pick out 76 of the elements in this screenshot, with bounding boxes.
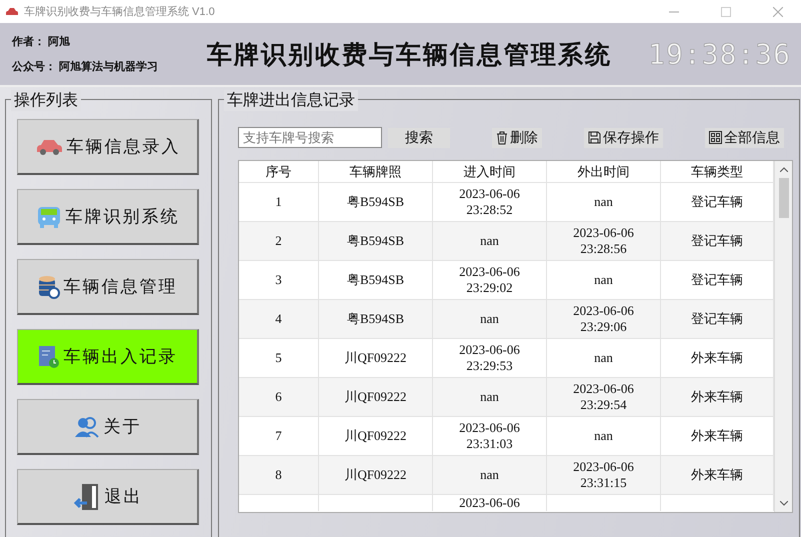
database-icon [38,274,60,298]
table-cell: 登记车辆 [691,272,743,288]
table-cell: 登记车辆 [691,311,743,327]
table-cell: 2023-06-06 [459,495,520,511]
table-cell: 2023-06-06 23:29:06 [573,303,634,335]
scroll-down-icon[interactable] [780,501,788,506]
table-cell: 2023-06-06 23:31:15 [573,459,634,491]
table-cell: 粤B594SB [346,233,404,249]
search-field[interactable]: 支持车牌号搜索 [238,127,382,148]
table-cell: nan [594,194,613,210]
table-cell: nan [480,467,499,483]
scrollbar[interactable] [774,161,792,512]
exit-door-icon [72,482,100,510]
people-icon [74,416,100,438]
table-cell: nan [594,350,613,366]
nav-button[interactable]: 车辆信息管理 [17,259,199,315]
table-cell: 外来车辆 [691,428,743,444]
table-cell: 2023-06-06 23:29:53 [459,342,520,374]
table-cell: 2 [275,233,282,249]
table-cell: 粤B594SB [346,194,404,210]
table-cell: nan [480,233,499,249]
window-title: 车牌识别收费与车辆信息管理系统 V1.0 [24,4,216,19]
account-label: 公众号： 阿旭算法与机器学习 [12,60,159,74]
scroll-up-icon[interactable] [780,167,788,172]
table-cell: 7 [275,428,282,444]
table-cell: nan [594,272,613,288]
toolbar-button[interactable]: 全部信息 [705,128,784,148]
bus-icon [36,204,62,228]
toolbar-button[interactable]: 删除 [492,128,542,148]
table-cell: nan [480,311,499,327]
table-cell: 1 [275,194,282,210]
table-cell: 登记车辆 [691,194,743,210]
table-cell: 粤B594SB [346,311,404,327]
column-header[interactable]: 序号 [239,161,319,182]
table-cell: 2023-06-06 23:28:56 [573,225,634,257]
column-header[interactable]: 进入时间 [433,161,547,182]
document-clock-icon [38,344,60,368]
table-cell: 2023-06-06 23:29:02 [459,264,520,296]
table-cell: 2023-06-06 23:28:52 [459,186,520,218]
column-header[interactable]: 车辆牌照 [319,161,433,182]
nav-button[interactable]: 车牌识别系统 [17,189,199,245]
save-icon [588,131,601,144]
column-header[interactable]: 外出时间 [547,161,661,182]
close-icon[interactable] [773,6,783,16]
table-cell: 4 [275,311,282,327]
nav-button[interactable]: 关于 [17,399,199,455]
toolbar-button[interactable]: 保存操作 [584,128,663,148]
table-cell: 2023-06-06 23:31:03 [459,420,520,452]
toolbar-button[interactable]: 搜索 [388,128,450,148]
app-title: 车牌识别收费与车辆信息管理系统 [207,40,612,70]
grid-icon [709,131,722,144]
panel-title: 车牌进出信息记录 [224,90,358,111]
table-cell: 川QF09222 [344,389,407,405]
table-cell: 外来车辆 [691,350,743,366]
table-cell: 3 [275,272,282,288]
table-cell: 粤B594SB [346,272,404,288]
maximize-icon[interactable] [721,6,731,16]
table-cell: 川QF09222 [344,350,407,366]
scroll-thumb[interactable] [778,178,788,218]
table-cell: 外来车辆 [691,467,743,483]
trash-icon [496,130,508,144]
table-cell: nan [480,389,499,405]
table-cell: 登记车辆 [691,233,743,249]
nav-button[interactable]: 车辆信息录入 [17,119,199,175]
table-cell: nan [594,428,613,444]
nav-button[interactable]: 退出 [17,469,199,525]
table-cell: 6 [275,389,282,405]
table-cell: 川QF09222 [344,467,407,483]
panel-title: 操作列表 [11,90,81,111]
table-cell: 5 [275,350,282,366]
author-label: 作者： 阿旭 [12,34,71,49]
table-cell: 8 [275,467,282,483]
table-cell: 2023-06-06 23:29:54 [573,381,634,413]
table-cell: 川QF09222 [344,428,407,444]
nav-button[interactable]: 车辆出入记录 [17,329,199,385]
table-cell: 外来车辆 [691,389,743,405]
